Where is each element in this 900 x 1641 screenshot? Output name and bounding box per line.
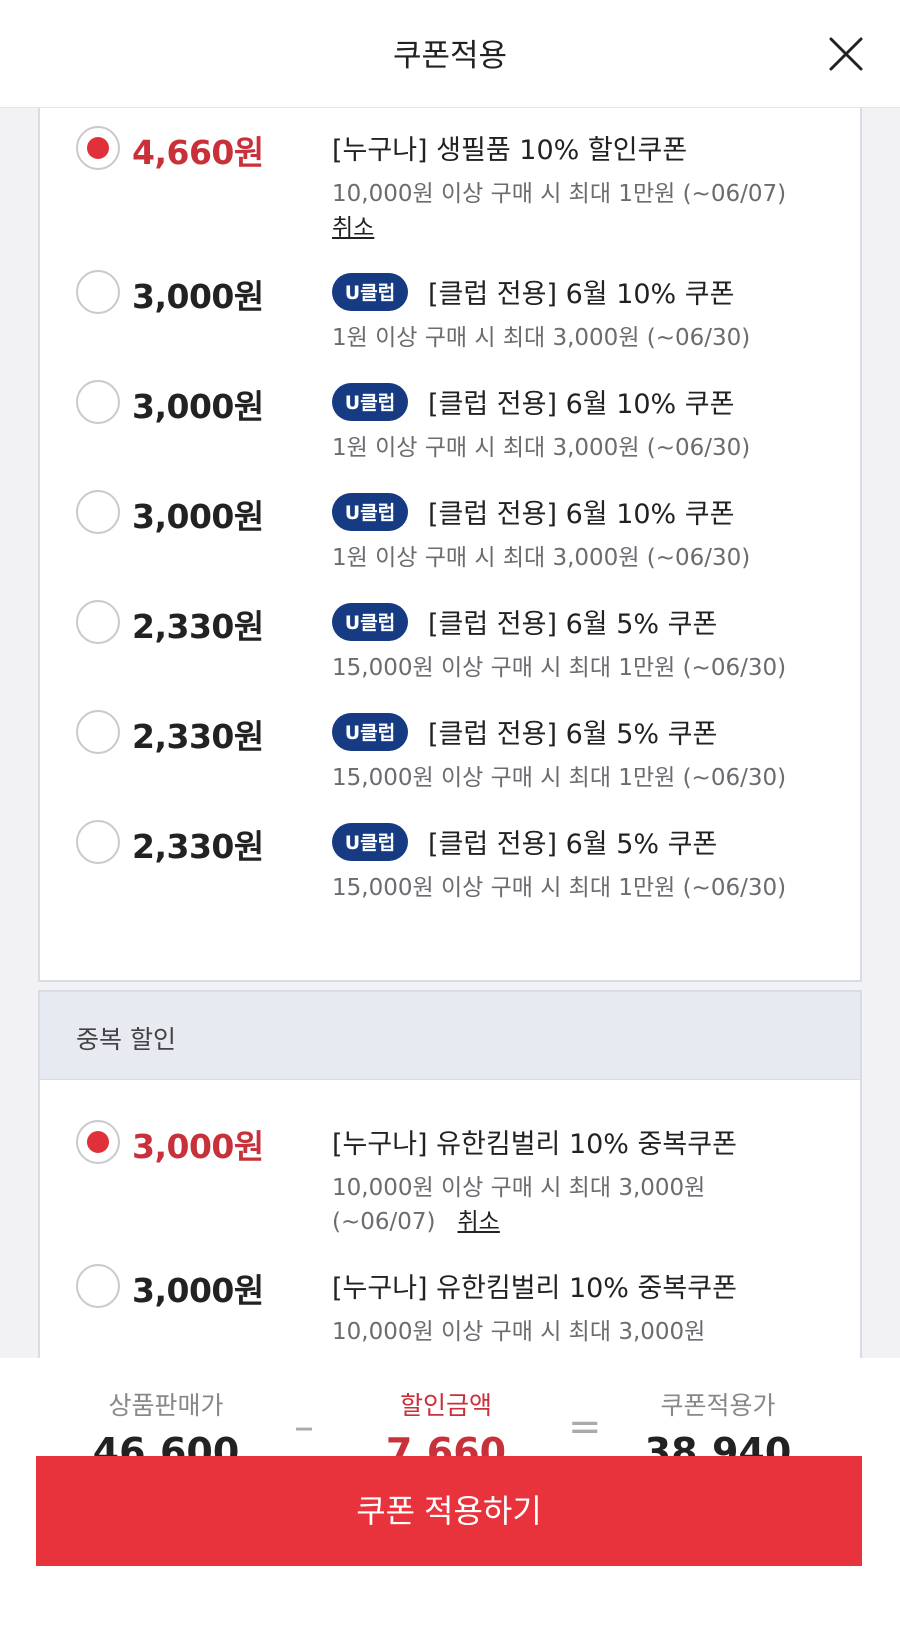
coupon-amount: 3,000원 [132, 1127, 264, 1166]
coupon-radio[interactable] [76, 710, 120, 754]
coupon-title: [클럽 전용] 6월 10% 쿠폰 [428, 389, 735, 420]
coupon-desc: 15,000원 이상 구매 시 최대 1만원 (~06/30) [332, 655, 787, 681]
coupon-cancel-link[interactable]: 취소 [332, 215, 374, 241]
minus-sign: – [294, 1404, 314, 1450]
uclub-badge: U클럽 [332, 492, 408, 531]
coupon-desc: 15,000원 이상 구매 시 최대 1만원 (~06/30) [332, 765, 787, 791]
coupon-radio[interactable] [76, 820, 120, 864]
coupon-radio[interactable] [76, 126, 120, 170]
uclub-badge: U클럽 [332, 712, 408, 751]
coupon-amount: 3,000원 [132, 387, 264, 426]
coupon-title: [누구나] 유한킴벌리 10% 중복쿠폰 [332, 1129, 737, 1160]
coupon-radio[interactable] [76, 1120, 120, 1164]
coupon-desc: 10,000원 이상 구매 시 최대 3,000원 [332, 1175, 706, 1201]
coupon-amount: 3,000원 [132, 277, 264, 316]
page-title: 쿠폰적용 [392, 38, 508, 74]
coupon-radio[interactable] [76, 270, 120, 314]
coupon-desc: 15,000원 이상 구매 시 최대 1만원 (~06/30) [332, 875, 787, 901]
discount-label: 할인금액 [399, 1391, 492, 1420]
uclub-badge: U클럽 [332, 382, 408, 421]
coupon-radio[interactable] [76, 380, 120, 424]
close-icon[interactable] [826, 34, 866, 74]
apply-coupon-button[interactable]: 쿠폰 적용하기 [36, 1456, 862, 1566]
coupon-amount: 2,330원 [132, 607, 264, 646]
coupon-desc: 1원 이상 구매 시 최대 3,000원 (~06/30) [332, 325, 751, 351]
coupon-title: [클럽 전용] 6월 10% 쿠폰 [428, 279, 735, 310]
coupon-amount: 4,660원 [132, 133, 264, 172]
uclub-badge: U클럽 [332, 272, 408, 311]
coupon-panel: 4,660원 [누구나] 생필품 10% 할인쿠폰 10,000원 이상 구매 … [38, 108, 862, 982]
coupon-title: [누구나] 유한킴벌리 10% 중복쿠폰 [332, 1273, 737, 1304]
coupon-amount: 2,330원 [132, 717, 264, 756]
coupon-amount: 3,000원 [132, 1271, 264, 1310]
coupon-radio[interactable] [76, 490, 120, 534]
coupon-radio[interactable] [76, 600, 120, 644]
coupon-desc: 1원 이상 구매 시 최대 3,000원 (~06/30) [332, 545, 751, 571]
price-label: 상품판매가 [108, 1391, 224, 1420]
uclub-badge: U클럽 [332, 822, 408, 861]
final-label: 쿠폰적용가 [660, 1391, 776, 1420]
coupon-amount: 3,000원 [132, 497, 264, 536]
stack-discount-panel: 중복 할인 3,000원 [누구나] 유한킴벌리 10% 중복쿠폰 10,000… [38, 990, 862, 1358]
coupon-amount: 2,330원 [132, 827, 264, 866]
coupon-list-scroll[interactable]: 4,660원 [누구나] 생필품 10% 할인쿠폰 10,000원 이상 구매 … [0, 108, 900, 1358]
coupon-title: [클럽 전용] 6월 5% 쿠폰 [428, 829, 718, 860]
coupon-title: [클럽 전용] 6월 10% 쿠폰 [428, 499, 735, 530]
coupon-title: [누구나] 생필품 10% 할인쿠폰 [332, 135, 688, 166]
header: 쿠폰적용 [0, 0, 900, 108]
section-heading: 중복 할인 [40, 992, 860, 1080]
coupon-expiry: (~06/07) [332, 1209, 436, 1235]
coupon-cancel-link[interactable]: 취소 [458, 1209, 500, 1235]
coupon-radio[interactable] [76, 1264, 120, 1308]
coupon-title: [클럽 전용] 6월 5% 쿠폰 [428, 719, 718, 750]
uclub-badge: U클럽 [332, 602, 408, 641]
coupon-desc: 10,000원 이상 구매 시 최대 1만원 (~06/07) [332, 181, 787, 207]
coupon-title: [클럽 전용] 6월 5% 쿠폰 [428, 609, 718, 640]
coupon-desc: 10,000원 이상 구매 시 최대 3,000원 [332, 1319, 706, 1345]
equals-sign: = [568, 1404, 602, 1450]
coupon-desc: 1원 이상 구매 시 최대 3,000원 (~06/30) [332, 435, 751, 461]
